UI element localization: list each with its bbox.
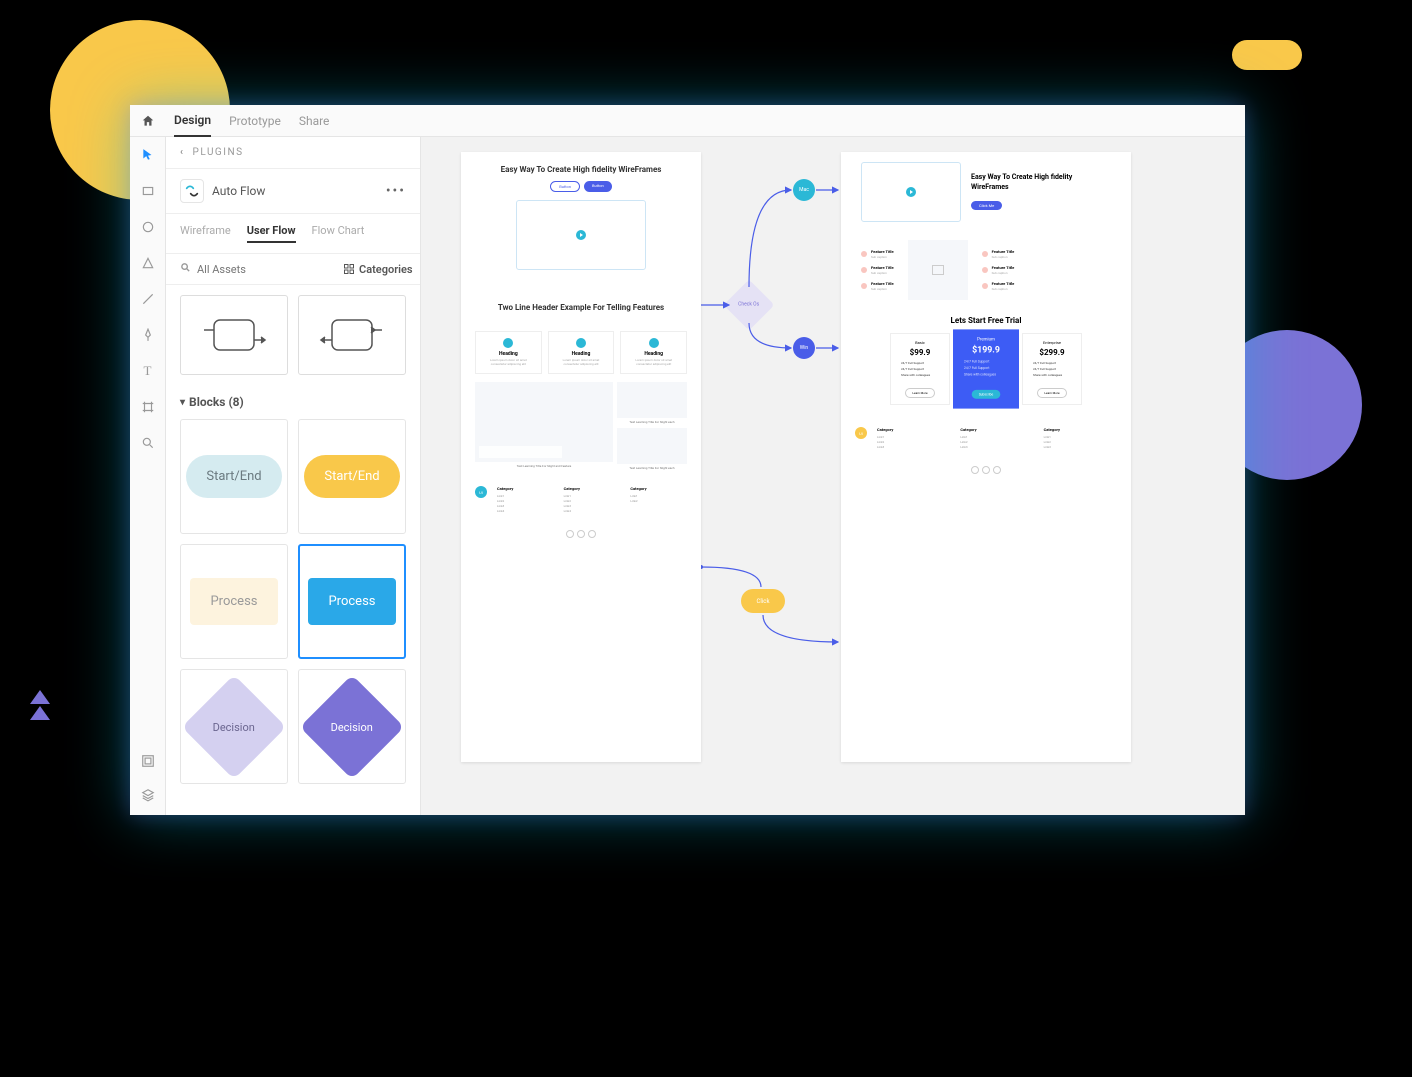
text-tool[interactable]: T [138,361,158,381]
layers-icon[interactable] [138,785,158,805]
social-icons [841,466,1131,474]
tab-design[interactable]: Design [174,105,211,137]
social-icons [461,530,701,538]
decoration-pill-yellow [1232,40,1302,70]
line-tool[interactable] [138,289,158,309]
rectangle-tool[interactable] [138,181,158,201]
block-process-blue[interactable]: Process [298,544,406,659]
gallery-caption: Test Learning Title For Slight and Featu… [475,464,613,468]
features-title: Two Line Header Example For Telling Feat… [481,302,681,313]
canvas[interactable]: Download Directly Check Os Mac Win Click… [421,137,1245,815]
feature-image [908,240,968,300]
artboard-tool[interactable] [138,397,158,417]
click-node[interactable]: Click [741,589,785,613]
toolbar: T [130,137,166,815]
select-tool[interactable] [138,145,158,165]
feature-card: HeadingLorem ipsum dolor sit amet consec… [475,331,542,374]
mac-node[interactable]: Mac [793,179,815,201]
tab-wireframe[interactable]: Wireframe [180,224,231,243]
hero-button: Click Me [971,201,1002,210]
feature-card: HeadingLorem ipsum dolor sit amet consec… [548,331,615,374]
hero-video [516,200,646,270]
template-flow-left[interactable] [298,295,406,375]
search-input[interactable] [197,263,337,276]
search-icon [180,262,191,276]
more-icon[interactable]: ••• [386,183,406,199]
block-decision-purple[interactable]: Decision [298,669,406,784]
tab-share[interactable]: Share [299,106,330,136]
win-node[interactable]: Win [793,337,815,359]
plugin-panel: ‹ PLUGINS Auto Flow ••• Wireframe User F… [166,137,421,815]
home-icon[interactable] [140,113,156,129]
price-card-premium: Premium $199.9 24/7 Full Support 24/7 Fu… [953,329,1019,408]
template-flow-right[interactable] [180,295,288,375]
gallery-item [617,428,687,464]
hero-title: Easy Way To Create High fidelity WireFra… [971,173,1111,191]
assets-icon[interactable] [138,751,158,771]
footer: UI CategoryLink1Link2Link3 CategoryLink1… [841,419,1131,458]
plugin-name: Auto Flow [212,184,378,198]
back-icon[interactable]: ‹ [180,147,185,158]
block-start-end-yellow[interactable]: Start/End [298,419,406,534]
hero-title: Easy Way To Create High fidelity WireFra… [481,164,681,175]
zoom-tool[interactable] [138,433,158,453]
tab-flow-chart[interactable]: Flow Chart [312,224,365,243]
menubar: Design Prototype Share [130,105,1245,137]
artboard-left[interactable]: Easy Way To Create High fidelity WireFra… [461,152,701,762]
ellipse-tool[interactable] [138,217,158,237]
triangle-tool[interactable] [138,253,158,273]
hero-video [861,162,961,222]
pen-tool[interactable] [138,325,158,345]
footer: UI CategoryLink1Link2Link3Link4 Category… [461,478,701,522]
categories-button[interactable]: Categories [343,263,413,276]
tab-user-flow[interactable]: User Flow [247,224,296,243]
block-decision-light[interactable]: Decision [180,669,288,784]
hero-btn-outline: Button [550,181,580,192]
block-start-end-light[interactable]: Start/End [180,419,288,534]
categories-label: Categories [359,263,413,276]
block-process-cream[interactable]: Process [180,544,288,659]
price-card-enterprise: Enterprise $299.9 24/7 Full Support 24/7… [1022,333,1082,405]
app-window: Design Prototype Share T ‹ PLUGINS [130,105,1245,815]
gallery-main [475,382,613,462]
artboard-right[interactable]: Easy Way To Create High fidelity WireFra… [841,152,1131,762]
blocks-section-label[interactable]: ▾ Blocks (8) [166,385,420,419]
price-card-basic: Basic $99.9 24/7 Full Support 24/7 Full … [890,333,950,405]
tab-prototype[interactable]: Prototype [229,106,281,136]
plugin-logo-icon [180,179,204,203]
hero-btn-fill: Button [584,181,612,192]
feature-card: HeadingLorem ipsum dolor sit amet consec… [620,331,687,374]
check-os-node[interactable]: Check Os [724,280,775,331]
gallery-item [617,382,687,418]
panel-header-label: PLUGINS [193,147,244,158]
